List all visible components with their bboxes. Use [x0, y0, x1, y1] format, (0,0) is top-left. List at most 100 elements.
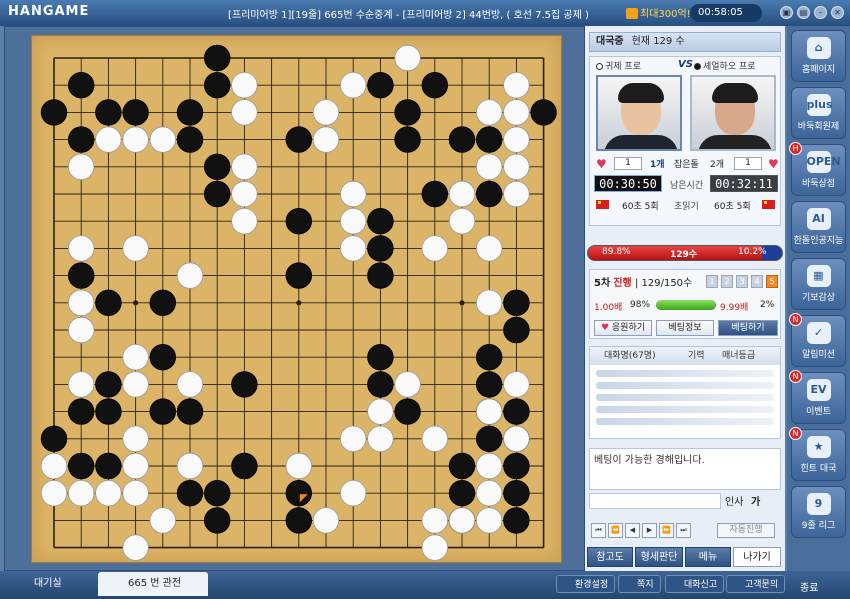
close-icon[interactable]: ✕	[831, 6, 844, 19]
black-stone[interactable]	[476, 425, 503, 453]
black-stone[interactable]	[149, 289, 177, 316]
font-button[interactable]: 가	[751, 493, 760, 508]
black-stone[interactable]	[503, 452, 530, 480]
black-stone[interactable]	[203, 72, 231, 99]
white-stone[interactable]	[476, 153, 503, 181]
white-stone[interactable]	[231, 99, 258, 126]
black-stone[interactable]	[40, 99, 68, 126]
black-stone[interactable]	[285, 507, 312, 534]
black-stone[interactable]	[285, 126, 312, 153]
minimize-icon[interactable]: –	[814, 6, 827, 19]
white-stone[interactable]	[421, 425, 449, 453]
white-stone[interactable]	[176, 371, 204, 398]
white-stone[interactable]	[340, 180, 367, 208]
white-stone[interactable]	[421, 534, 449, 561]
white-stone[interactable]	[122, 126, 149, 153]
white-stone[interactable]	[476, 235, 503, 262]
black-stone[interactable]	[394, 126, 421, 153]
black-stone[interactable]	[203, 153, 231, 181]
black-stone[interactable]	[95, 371, 122, 398]
sidebar-item-league[interactable]: 9 9줄 리그	[791, 486, 846, 538]
white-stone[interactable]	[312, 99, 340, 126]
white-stone[interactable]	[476, 452, 503, 480]
white-stone[interactable]	[95, 480, 122, 507]
white-stone[interactable]	[503, 126, 530, 153]
black-stone[interactable]	[476, 180, 503, 208]
black-stone[interactable]	[68, 262, 95, 289]
black-stone[interactable]	[285, 480, 312, 507]
chat-report-button[interactable]: 대화신고	[665, 575, 725, 593]
first-move-icon[interactable]: ⏮	[591, 523, 606, 538]
black-stone[interactable]	[149, 398, 177, 425]
black-stone[interactable]	[476, 371, 503, 398]
white-stone[interactable]	[122, 425, 149, 453]
black-stone[interactable]	[203, 44, 231, 72]
customer-support-button[interactable]: 고객문의	[726, 575, 786, 593]
white-stone[interactable]	[149, 507, 177, 534]
white-stone[interactable]	[122, 534, 149, 561]
black-stone[interactable]	[448, 126, 476, 153]
white-stone[interactable]	[40, 480, 68, 507]
white-stone[interactable]	[122, 235, 149, 262]
white-stone[interactable]	[68, 316, 95, 344]
white-player-name[interactable]: 귀제 프로	[596, 59, 641, 72]
quit-button[interactable]: 종료	[800, 579, 818, 594]
white-stone[interactable]	[421, 507, 449, 534]
black-stone[interactable]	[95, 289, 122, 316]
black-stone[interactable]	[530, 99, 557, 126]
reference-button[interactable]: 참고도	[587, 547, 633, 567]
fast-forward-icon[interactable]: ⏩	[659, 523, 674, 538]
white-stone[interactable]	[503, 72, 530, 99]
black-stone[interactable]	[285, 262, 312, 289]
black-stone[interactable]	[503, 507, 530, 534]
next-move-icon[interactable]: ▶	[642, 523, 657, 538]
white-stone[interactable]	[176, 452, 204, 480]
black-stone[interactable]	[95, 99, 122, 126]
white-stone[interactable]	[503, 153, 530, 181]
black-stone[interactable]	[503, 398, 530, 425]
white-stone[interactable]	[122, 371, 149, 398]
black-stone[interactable]	[476, 344, 503, 371]
black-stone[interactable]	[203, 180, 231, 208]
round-tab-1[interactable]: 1	[706, 275, 718, 288]
white-stone[interactable]	[122, 452, 149, 480]
promo-badge[interactable]: 최대300억!	[626, 5, 691, 20]
black-stone[interactable]	[95, 452, 122, 480]
white-stone[interactable]	[421, 235, 449, 262]
lobby-tab[interactable]: 대기실	[4, 572, 96, 596]
white-stone[interactable]	[476, 480, 503, 507]
black-stone[interactable]	[176, 99, 204, 126]
white-stone[interactable]	[340, 207, 367, 235]
black-stone[interactable]	[203, 507, 231, 534]
white-stone[interactable]	[312, 126, 340, 153]
sidebar-item-shop[interactable]: OPEN 바둑상점 H	[789, 142, 846, 196]
black-stone[interactable]	[394, 99, 421, 126]
black-stone[interactable]	[68, 126, 95, 153]
bet-info-button[interactable]: 베팅정보	[656, 320, 714, 336]
black-stone[interactable]	[367, 371, 394, 398]
chat-log[interactable]: 베팅이 가능한 경해입니다.	[589, 448, 781, 490]
sidebar-item-replay[interactable]: ▦ 기보감상	[791, 258, 846, 310]
exit-room-button[interactable]: 나가기	[733, 547, 781, 567]
black-stone[interactable]	[285, 207, 312, 235]
white-stone[interactable]	[176, 262, 204, 289]
black-stone[interactable]	[95, 398, 122, 425]
white-stone[interactable]	[68, 153, 95, 181]
prev-move-icon[interactable]: ◀	[625, 523, 640, 538]
white-stone[interactable]	[448, 507, 476, 534]
black-stone[interactable]	[122, 99, 149, 126]
black-stone[interactable]	[231, 371, 258, 398]
white-stone[interactable]	[340, 235, 367, 262]
white-stone[interactable]	[312, 507, 340, 534]
black-stone[interactable]	[203, 480, 231, 507]
white-stone[interactable]	[231, 207, 258, 235]
black-stone[interactable]	[367, 72, 394, 99]
sidebar-item-event[interactable]: EV 이벤트 N	[789, 370, 846, 424]
last-move-icon[interactable]: ⏭	[676, 523, 691, 538]
black-stone[interactable]	[503, 480, 530, 507]
white-stone[interactable]	[476, 507, 503, 534]
black-stone[interactable]	[448, 452, 476, 480]
white-stone[interactable]	[231, 153, 258, 181]
white-stone[interactable]	[367, 425, 394, 453]
white-stone[interactable]	[285, 452, 312, 480]
